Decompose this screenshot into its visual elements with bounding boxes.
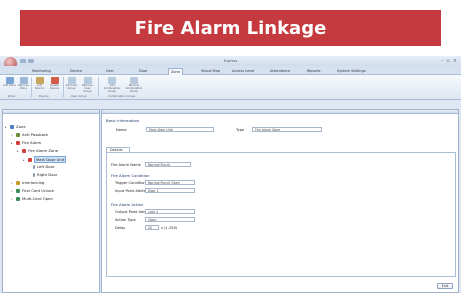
remove-zone-icon — [19, 77, 28, 84]
trigger-condition-label: Trigger Condition — [115, 181, 146, 185]
title-bar: Express – ▫ × — [0, 56, 461, 66]
delay-input[interactable]: 20 — [145, 225, 159, 230]
ribbon: Add Zone Remove Zone Add Device Delete D… — [0, 75, 461, 100]
tab-visual-map[interactable]: Visual Map — [199, 68, 222, 75]
remove-user-group-button[interactable]: Remove User Group — [81, 77, 94, 94]
maximize-button[interactable]: ▫ — [446, 58, 449, 64]
action-type-label: Action Type — [115, 218, 136, 222]
tree-item-left-door[interactable]: Left Door — [33, 164, 54, 169]
add-zone-icon — [5, 77, 14, 84]
tree-item-anti-passback[interactable]: ▹ Anti Passback — [11, 132, 48, 137]
tab-attendance[interactable]: Attendance — [268, 68, 292, 75]
remove-combination-group-button[interactable]: Remove Combination Group — [124, 77, 144, 94]
action-section: Fire Alarm Action — [111, 202, 144, 207]
output-point-select[interactable]: Lock 2 — [145, 209, 195, 214]
tab-door[interactable]: Door — [137, 68, 149, 75]
tree-item-first-card-unlock[interactable]: ▹ First Card Unlock — [11, 188, 54, 193]
ribbon-group-combination: Combination Group — [108, 94, 136, 98]
tree-item-zone[interactable]: ▸ Zone — [5, 124, 26, 129]
fire-alarm-name-input[interactable]: Normal Punch — [145, 162, 191, 167]
door-icon — [33, 164, 35, 169]
tree-item-main-door-unit[interactable]: ▸ Main Door Unit — [23, 156, 67, 163]
type-label: Type — [236, 128, 245, 132]
interlocking-icon — [16, 180, 20, 185]
fire-alarm-name-label: Fire Alarm Name — [111, 163, 141, 167]
anti-passback-icon — [16, 132, 20, 137]
input-point-select[interactable]: Door 1 — [145, 188, 195, 193]
tab-monitoring[interactable]: Monitoring — [30, 68, 53, 75]
action-type-select[interactable]: Open — [145, 217, 195, 222]
remove-zone-button[interactable]: Remove Zone — [17, 77, 30, 94]
tree-item-interlocking[interactable]: ▹ Interlocking — [11, 180, 44, 185]
first-card-icon — [16, 188, 20, 193]
tab-user[interactable]: User — [104, 68, 116, 75]
type-input[interactable]: Fire Alarm Zone — [252, 127, 322, 132]
add-user-group-icon — [67, 77, 76, 84]
app-window: Express – ▫ × Monitoring Device User Doo… — [0, 56, 461, 293]
ribbon-tabs: Monitoring Device User Door Zone Visual … — [0, 66, 461, 75]
tree-item-multi-card-open[interactable]: ▹ Multi-Card Open — [11, 196, 53, 201]
delete-device-button[interactable]: Delete Device — [48, 77, 61, 94]
tree-item-right-door[interactable]: Right Door — [33, 172, 57, 177]
remove-user-group-icon — [83, 77, 92, 84]
add-device-icon — [35, 77, 44, 84]
name-input[interactable]: Main Door Unit — [146, 127, 214, 132]
door-icon — [33, 172, 35, 177]
tree-item-fire-alarm[interactable]: ▸ Fire Alarm — [11, 140, 41, 145]
ribbon-group-zone: Zone — [8, 94, 16, 98]
trigger-condition-select[interactable]: Normal Punch Open — [145, 180, 195, 185]
window-title: Express — [223, 59, 238, 63]
delay-label: Delay — [115, 226, 126, 230]
zone-icon — [10, 124, 14, 129]
tree-panel-header — [3, 110, 99, 114]
delete-device-icon — [50, 77, 59, 84]
add-user-group-button[interactable]: Add User Group — [65, 77, 78, 94]
add-device-button[interactable]: Add Device — [33, 77, 46, 94]
name-label: Name — [116, 128, 127, 132]
fire-alarm-icon — [16, 140, 20, 145]
tab-system-settings[interactable]: System Settings — [335, 68, 368, 75]
ribbon-group-device: Device — [39, 94, 49, 98]
tab-access-level[interactable]: Access Level — [230, 68, 256, 75]
banner-title: Fire Alarm Linkage — [134, 17, 327, 39]
banner: Fire Alarm Linkage — [0, 0, 461, 50]
close-button[interactable]: × — [453, 58, 457, 64]
details-box: Fire Alarm Name Normal Punch Fire Alarm … — [106, 152, 456, 277]
add-zone-button[interactable]: Add Zone — [3, 77, 16, 94]
door-unit-icon — [28, 157, 32, 162]
tree-item-fire-alarm-zone[interactable]: ▸ Fire Alarm Zone — [17, 148, 58, 153]
tab-zone[interactable]: Zone — [168, 68, 183, 75]
tab-reports[interactable]: Reports — [305, 68, 322, 75]
add-combination-group-icon — [108, 77, 116, 84]
condition-section: Fire Alarm Condition — [111, 173, 150, 178]
minimize-button[interactable]: – — [441, 58, 444, 64]
add-combination-group-button[interactable]: Add Combination Group — [102, 77, 122, 94]
remove-combination-group-icon — [130, 77, 138, 84]
ribbon-group-user-group: User Group — [71, 94, 87, 98]
details-panel: Basic Information Name Main Door Unit Ty… — [101, 109, 459, 293]
exit-button[interactable]: Exit — [437, 283, 453, 289]
zone-tree-panel: ▸ Zone ▹ Anti Passback ▸ Fire Alarm ▸ Fire A… — [2, 109, 100, 293]
basic-info-section: Basic Information — [106, 118, 140, 123]
multi-card-icon — [16, 196, 20, 201]
delay-unit: s (1-255) — [161, 226, 178, 230]
details-panel-header — [102, 110, 458, 114]
window-controls: – ▫ × — [441, 58, 457, 64]
banner-bar: Fire Alarm Linkage — [20, 10, 441, 46]
fire-alarm-zone-icon — [22, 148, 26, 153]
tab-device[interactable]: Device — [68, 68, 84, 75]
